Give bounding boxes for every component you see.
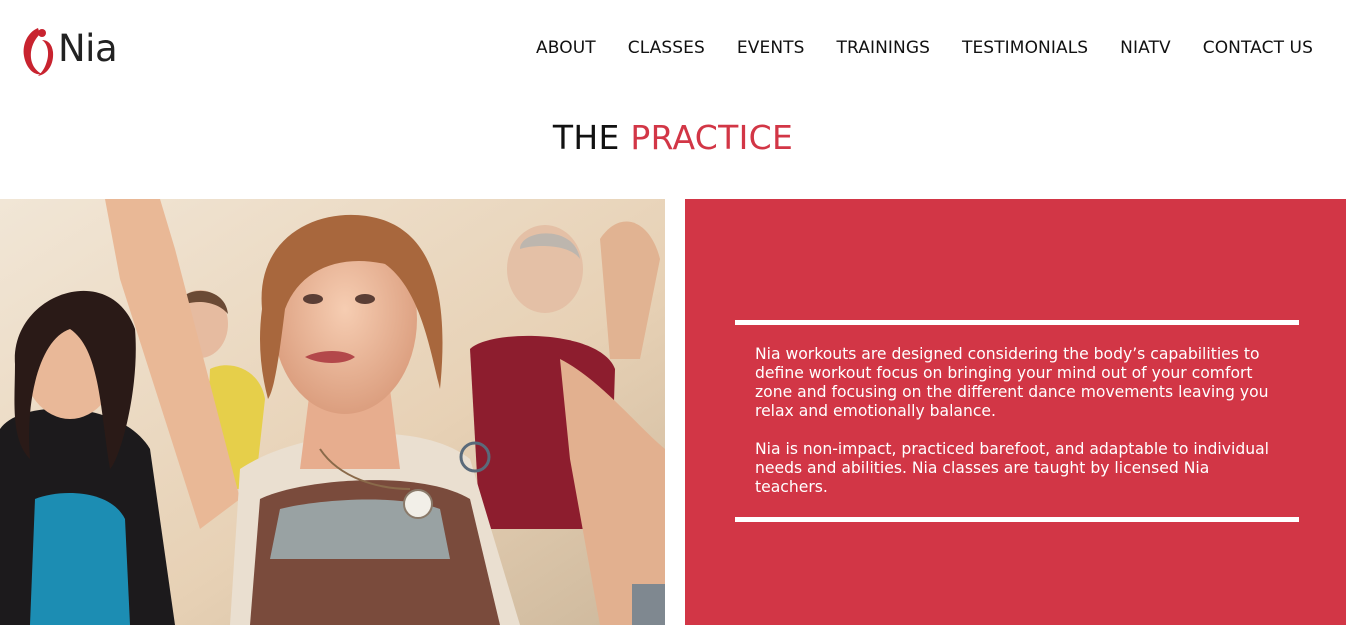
section-title: THE PRACTICE: [0, 118, 1346, 157]
section-title-prefix: THE: [552, 118, 631, 157]
practice-description-panel: Nia workouts are designed considering th…: [685, 199, 1346, 625]
panel-bottom-divider: [735, 517, 1299, 522]
main-nav: ABOUT CLASSES EVENTS TRAININGS TESTIMONI…: [536, 38, 1313, 58]
panel-top-divider: [735, 320, 1299, 325]
panel-paragraph-1: Nia workouts are designed considering th…: [755, 345, 1269, 420]
site-header: Nia ABOUT CLASSES EVENTS TRAININGS TESTI…: [0, 0, 1346, 100]
dance-class-photo-icon: [0, 199, 665, 625]
nav-contact-us[interactable]: CONTACT US: [1203, 38, 1313, 58]
dance-class-photo: [0, 199, 665, 625]
nav-events[interactable]: EVENTS: [737, 38, 805, 58]
nav-about[interactable]: ABOUT: [536, 38, 596, 58]
panel-paragraph-2: Nia is non-impact, practiced barefoot, a…: [755, 440, 1269, 496]
logo-wordmark: Nia: [58, 26, 118, 70]
nav-trainings[interactable]: TRAININGS: [837, 38, 930, 58]
nia-logo-mark-icon: [23, 28, 54, 76]
nav-classes[interactable]: CLASSES: [628, 38, 705, 58]
nav-niatv[interactable]: NIATV: [1120, 38, 1171, 58]
section-title-accent: PRACTICE: [630, 118, 794, 157]
nia-logo[interactable]: Nia: [18, 22, 124, 78]
panel-text: Nia workouts are designed considering th…: [755, 345, 1285, 497]
nav-testimonials[interactable]: TESTIMONIALS: [962, 38, 1088, 58]
